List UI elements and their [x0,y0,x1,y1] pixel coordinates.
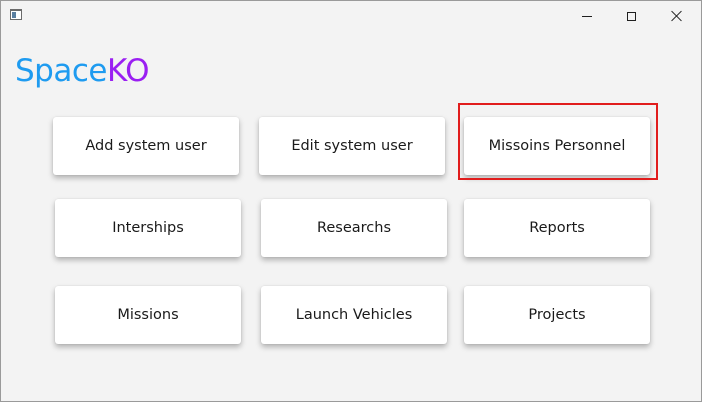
app-title-space: Space [15,53,107,89]
selection-highlight-box [458,103,658,180]
minimize-icon [582,15,592,17]
reports-button[interactable]: Reports [464,199,650,257]
close-icon [671,10,683,22]
edit-system-user-button[interactable]: Edit system user [259,117,445,175]
app-window-icon [10,9,22,20]
maximize-button[interactable] [608,1,654,31]
researches-button[interactable]: Researchs [261,199,447,257]
title-bar[interactable] [1,1,701,31]
app-title: SpaceKO [15,51,150,91]
internships-button[interactable]: Interships [55,199,241,257]
app-title-ko: KO [106,53,150,89]
add-system-user-button[interactable]: Add system user [53,117,239,175]
app-window: SpaceKO Add system user Edit system user… [0,0,702,402]
projects-button[interactable]: Projects [464,286,650,344]
minimize-button[interactable] [564,1,610,31]
launch-vehicles-button[interactable]: Launch Vehicles [261,286,447,344]
missions-button[interactable]: Missions [55,286,241,344]
close-button[interactable] [654,1,700,31]
maximize-icon [626,11,636,21]
